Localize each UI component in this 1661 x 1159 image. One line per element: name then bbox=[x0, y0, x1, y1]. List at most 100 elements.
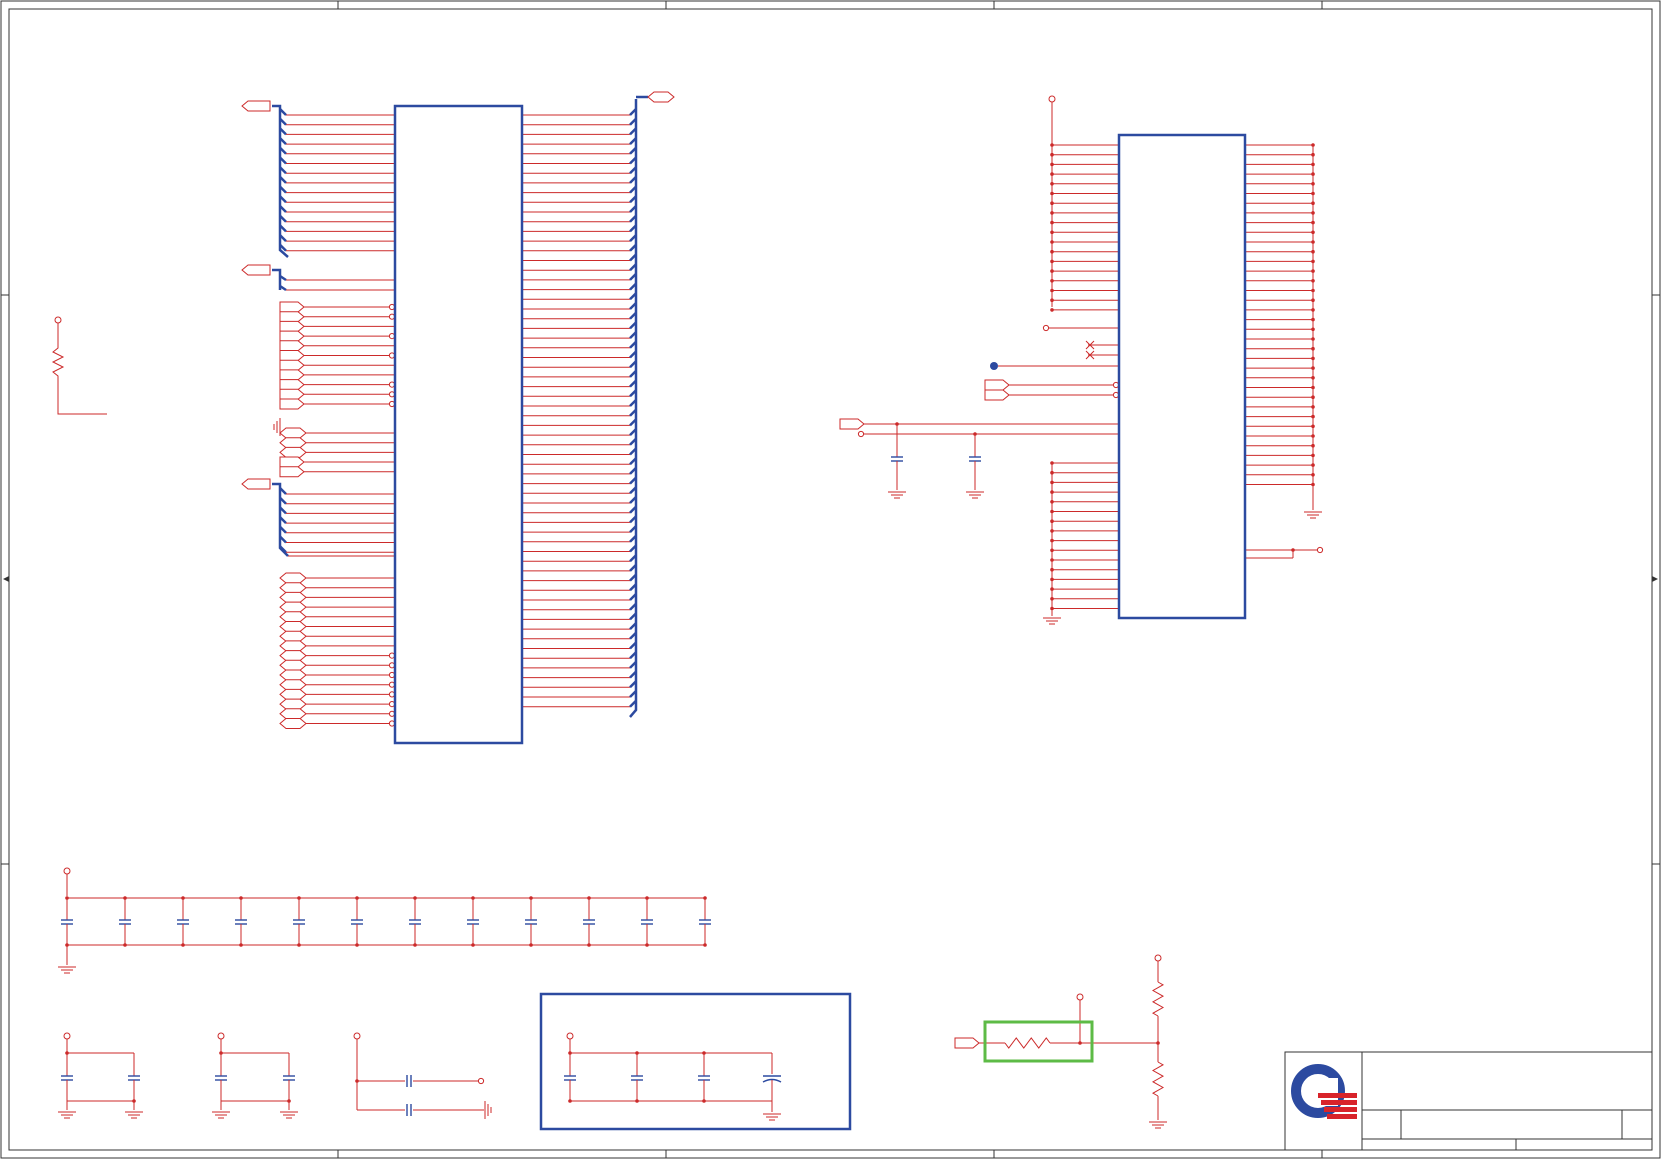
capacitor-icon bbox=[631, 1075, 643, 1081]
off-sheet-connector-icon bbox=[279, 679, 307, 691]
junction-dot bbox=[1050, 606, 1054, 611]
ground-icon bbox=[58, 966, 76, 974]
junction-dot bbox=[1050, 587, 1054, 591]
capacitor-icon bbox=[61, 1075, 73, 1081]
off-sheet-connector-icon bbox=[279, 359, 305, 371]
zone-arrow-icon bbox=[1652, 576, 1658, 582]
capacitor-icon bbox=[969, 456, 981, 462]
junction-dot bbox=[1050, 558, 1054, 562]
junction-dot bbox=[1050, 279, 1054, 283]
capacitor-icon bbox=[525, 919, 537, 925]
junction-dot bbox=[635, 1051, 639, 1055]
junction-dot bbox=[1050, 470, 1054, 475]
off-sheet-connector-icon bbox=[279, 388, 305, 400]
junction-dot bbox=[1050, 259, 1054, 264]
junction-dot bbox=[1050, 220, 1054, 225]
off-sheet-connector-icon bbox=[279, 456, 305, 468]
off-sheet-connector-icon bbox=[279, 601, 307, 613]
capacitor-icon bbox=[641, 919, 653, 925]
junction-dot bbox=[587, 943, 591, 947]
left-ic-body[interactable] bbox=[393, 104, 524, 745]
junction-dot bbox=[1050, 240, 1054, 244]
off-sheet-connector-icon bbox=[279, 669, 307, 681]
ground-icon bbox=[125, 1111, 143, 1119]
off-sheet-connector-icon bbox=[279, 340, 305, 352]
junction-dot bbox=[1050, 298, 1054, 303]
junction-dot bbox=[65, 1051, 69, 1055]
bus-line bbox=[272, 268, 282, 290]
right-ic-body[interactable] bbox=[1117, 133, 1247, 620]
highlighted-resistor-box[interactable] bbox=[983, 1020, 1094, 1063]
capacitor-icon bbox=[119, 919, 131, 925]
off-sheet-connector-icon bbox=[241, 478, 271, 490]
junction-dot bbox=[1078, 1041, 1082, 1045]
off-sheet-connector-icon bbox=[279, 330, 305, 342]
junction-dot bbox=[413, 896, 417, 900]
off-sheet-connector-icon bbox=[279, 582, 307, 594]
right-ic-wiring bbox=[839, 95, 1324, 625]
capacitor-icon bbox=[699, 919, 711, 925]
ground-icon bbox=[58, 1111, 76, 1119]
power-port-icon bbox=[63, 1032, 71, 1040]
power-port-icon bbox=[566, 1032, 574, 1040]
junction-dot bbox=[123, 943, 127, 947]
ground-icon bbox=[212, 1111, 230, 1119]
junction-dot bbox=[1050, 162, 1054, 167]
sheet-border bbox=[0, 0, 1661, 1159]
junction-dot bbox=[1050, 519, 1054, 523]
resistor-icon bbox=[1151, 1061, 1165, 1097]
off-sheet-connector-icon bbox=[279, 640, 307, 652]
off-sheet-connector-icon bbox=[279, 311, 305, 323]
power-port-icon bbox=[63, 867, 71, 875]
capacitor-icon bbox=[698, 1075, 710, 1081]
resistor-icon bbox=[1004, 1037, 1051, 1049]
off-sheet-connector-icon bbox=[279, 591, 307, 603]
ground-icon bbox=[1149, 1121, 1167, 1129]
ground-icon bbox=[484, 1101, 492, 1119]
off-sheet-connector-icon bbox=[279, 437, 307, 449]
junction-dot bbox=[587, 896, 591, 900]
off-sheet-connector-icon bbox=[279, 718, 307, 729]
junction-dot bbox=[529, 896, 533, 900]
capacitor-icon bbox=[409, 919, 421, 925]
off-sheet-connector-icon bbox=[279, 688, 307, 700]
ground-icon bbox=[273, 418, 281, 436]
off-sheet-connector-icon bbox=[279, 369, 305, 381]
ground-icon bbox=[763, 1113, 781, 1121]
junction-dot bbox=[1050, 529, 1054, 533]
junction-dot bbox=[1050, 500, 1054, 504]
junction-dot bbox=[471, 943, 475, 947]
junction-dot bbox=[1050, 480, 1054, 485]
off-sheet-connector-icon bbox=[647, 91, 675, 103]
junction-dot bbox=[1050, 211, 1054, 215]
resistor-divider-network bbox=[954, 954, 1167, 1129]
off-sheet-connector-icon bbox=[279, 572, 307, 584]
capacitor-icon bbox=[293, 919, 305, 925]
junction-dot bbox=[297, 943, 301, 947]
power-port-icon bbox=[54, 316, 62, 324]
junction-dot bbox=[1156, 1041, 1160, 1045]
off-sheet-connector-icon bbox=[279, 350, 305, 361]
off-sheet-connector-icon bbox=[279, 466, 305, 478]
pin-marker bbox=[477, 1077, 485, 1085]
junction-dot bbox=[1050, 249, 1054, 254]
junction-dot bbox=[1050, 152, 1054, 157]
junction-dot bbox=[1050, 191, 1054, 196]
ground-icon bbox=[966, 491, 984, 499]
power-port-icon bbox=[1048, 95, 1056, 103]
no-connect-icon bbox=[1085, 340, 1119, 350]
ground-icon bbox=[1304, 511, 1322, 519]
resistor-icon bbox=[1151, 981, 1165, 1017]
capacitor-icon bbox=[61, 919, 73, 925]
junction-dot bbox=[181, 943, 185, 947]
junction-dot bbox=[1050, 182, 1054, 186]
pullup-resistor bbox=[51, 316, 107, 415]
no-connect-icon bbox=[1085, 350, 1119, 360]
capacitor-icon bbox=[177, 919, 189, 925]
junction-dot bbox=[297, 896, 301, 900]
junction-dot bbox=[219, 1051, 223, 1055]
off-sheet-connector-icon bbox=[279, 650, 307, 662]
capacitor-group-box[interactable] bbox=[539, 992, 852, 1131]
junction-dot bbox=[529, 943, 533, 947]
ground-icon bbox=[888, 491, 906, 499]
